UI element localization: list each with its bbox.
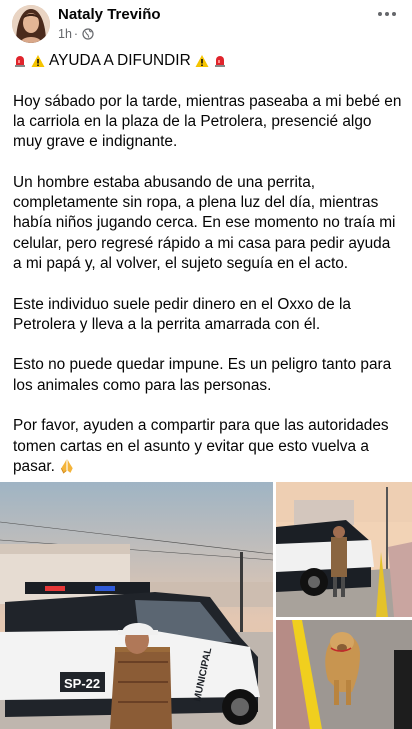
post-title: AYUDA A DIFUNDIR (49, 52, 191, 69)
post-header: Nataly Treviño 1h · (0, 0, 412, 50)
praying-hands-icon (61, 459, 73, 474)
author-avatar[interactable] (12, 5, 50, 43)
siren-icon (214, 56, 225, 68)
post-time[interactable]: 1h (58, 27, 72, 41)
photo-grid: SP-22 MUNICIPAL (0, 482, 412, 729)
truck-plate-text: SP-22 (64, 676, 100, 691)
photo-top-right[interactable] (276, 482, 412, 617)
post-paragraph: Este individuo suele pedir dinero en el … (13, 295, 351, 333)
post-paragraph: Esto no puede quedar impune. Es un pelig… (13, 356, 392, 394)
warning-icon (31, 55, 45, 68)
globe-icon (82, 28, 94, 40)
post-body: AYUDA A DIFUNDIR Hoy sábado por la tarde… (13, 51, 403, 498)
warning-icon (195, 55, 209, 68)
post-meta: 1h · (58, 27, 94, 41)
more-options-icon[interactable] (372, 4, 402, 24)
post-paragraph: Un hombre estaba abusando de una perrita… (13, 173, 396, 272)
photo-bottom-right[interactable] (276, 620, 412, 729)
siren-icon (15, 56, 25, 68)
author-name[interactable]: Nataly Treviño (58, 6, 161, 23)
post-paragraph: Hoy sábado por la tarde, mientras paseab… (13, 92, 402, 151)
post-paragraph-last: Por favor, ayuden a compartir para que l… (13, 416, 403, 477)
photo-main[interactable]: SP-22 MUNICIPAL (0, 482, 273, 729)
post-title-line: AYUDA A DIFUNDIR (13, 51, 403, 71)
